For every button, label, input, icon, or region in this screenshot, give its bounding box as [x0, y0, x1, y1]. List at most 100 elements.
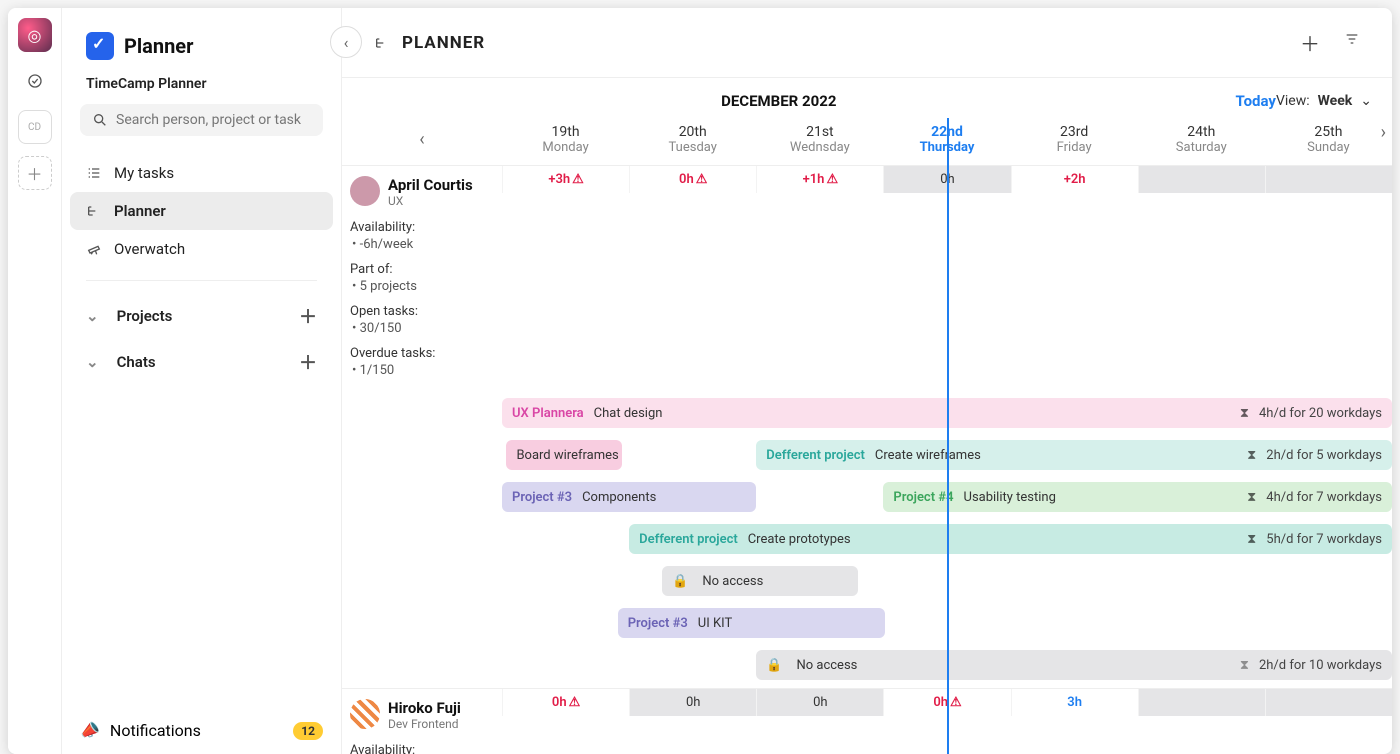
task-bar[interactable]: UX PlanneraChat design⧗4h/d for 20 workd… — [502, 398, 1392, 428]
prev-week-button[interactable]: ‹ — [342, 118, 502, 166]
nav-overwatch[interactable]: Overwatch — [70, 230, 333, 268]
person-row: Hiroko FujiDev Frontend Availability:3h/… — [342, 689, 1392, 754]
notifications-item[interactable]: 📣 Notifications 12 — [62, 707, 341, 754]
task-bar[interactable]: 🔒No access⧗2h/d for 10 workdays — [756, 650, 1392, 680]
nav-planner[interactable]: Planner — [70, 192, 333, 230]
nav-label: Planner — [114, 202, 166, 220]
brand: Planner — [62, 32, 341, 68]
hourglass-icon: ⧗ — [1247, 490, 1256, 505]
hours-cell: +2h — [1011, 166, 1138, 193]
task-project: UX Plannera — [512, 406, 584, 421]
task-bar[interactable]: Project #3 Components — [502, 482, 756, 512]
section-label: Chats — [117, 353, 156, 371]
task-bar-lane: Project #3 Components Project #4Usability … — [502, 478, 1392, 520]
today-button[interactable]: Today — [1236, 92, 1276, 110]
person-name: April Courtis — [388, 176, 473, 194]
task-bar[interactable]: Board wireframes — [506, 440, 622, 470]
search-icon — [92, 112, 108, 128]
task-bar[interactable]: Project #3UI KIT — [618, 608, 885, 638]
timecamp-icon[interactable] — [18, 64, 52, 98]
hours-cell — [1265, 689, 1392, 716]
hourglass-icon: ⧗ — [1247, 532, 1256, 547]
nav-projects-section[interactable]: ⌄ Projects ＋ — [70, 293, 333, 339]
lock-icon: 🔒 — [672, 574, 688, 589]
calendar-header: DECEMBER 2022 Today View: Week ⌄ — [342, 78, 1392, 118]
hours-cell: 0h — [629, 689, 756, 716]
day-header: 19thMonday — [502, 118, 629, 166]
brand-logo-icon — [86, 32, 114, 60]
task-schedule: 2h/d for 10 workdays — [1259, 658, 1382, 673]
task-project: Project #3 — [628, 616, 688, 631]
hourglass-icon: ⧗ — [1247, 448, 1256, 463]
hourglass-icon: ⧗ — [1240, 658, 1249, 673]
person-info: Hiroko FujiDev Frontend Availability:3h/… — [342, 689, 502, 754]
filter-button[interactable] — [1344, 28, 1360, 57]
task-bar[interactable]: Project #4Usability testing⧗4h/d for 7 w… — [883, 482, 1392, 512]
task-schedule: 4h/d for 20 workdays — [1259, 406, 1382, 421]
warning-icon: ⚠ — [569, 695, 581, 710]
task-project: Project #4 — [893, 490, 953, 505]
nav: My tasks Planner Overwatch ⌄ Projects ＋ — [62, 154, 341, 385]
collapse-sidebar-button[interactable]: ‹ — [330, 26, 362, 58]
search-input[interactable] — [80, 104, 323, 136]
task-project: Project #3 — [512, 490, 572, 505]
hours-cell — [1265, 166, 1392, 193]
task-name: Components — [582, 490, 656, 505]
chevron-down-icon: ⌄ — [1360, 93, 1372, 109]
avatar — [350, 176, 380, 206]
task-bar[interactable]: 🔒 No access — [662, 566, 858, 596]
person-role: UX — [388, 194, 473, 208]
warning-icon: ⚠ — [572, 172, 584, 187]
task-bar-lane: 🔒 No access — [502, 562, 1392, 604]
section-label: Projects — [117, 307, 173, 325]
add-chat-button[interactable]: ＋ — [299, 349, 317, 375]
app-switcher-icon[interactable]: ◎ — [18, 18, 52, 52]
workspace-badge[interactable]: CD — [18, 110, 52, 144]
notifications-label: Notifications — [110, 721, 201, 740]
view-selector[interactable]: View: Week ⌄ — [1276, 93, 1372, 109]
month-label: DECEMBER 2022 — [362, 92, 1196, 110]
nav-label: My tasks — [114, 164, 174, 182]
view-value: Week — [1318, 93, 1353, 109]
main: PLANNER ＋ DECEMBER 2022 Today View: Week… — [342, 8, 1392, 754]
hours-cell: 0h⚠ — [502, 689, 629, 716]
hours-cell — [1138, 689, 1265, 716]
add-project-button[interactable]: ＋ — [299, 303, 317, 329]
hours-cell: 0h⚠ — [629, 166, 756, 193]
search-field[interactable] — [116, 112, 311, 128]
next-week-button[interactable]: › — [1381, 122, 1386, 143]
add-workspace-button[interactable]: ＋ — [18, 156, 52, 190]
task-bar-lane: Board wireframes Defferent projectCreate … — [502, 436, 1392, 478]
chevron-down-icon: ⌄ — [86, 353, 99, 371]
task-project: Defferent project — [766, 448, 865, 463]
task-bar[interactable]: Defferent projectCreate prototypes⧗5h/d … — [629, 524, 1392, 554]
hours-cell: +3h⚠ — [502, 166, 629, 193]
hours-cell: +1h⚠ — [756, 166, 883, 193]
planner-grid: ‹19thMonday20thTuesday21stWednsday22ndTh… — [342, 118, 1392, 754]
warning-icon: ⚠ — [826, 172, 838, 187]
task-name: No access — [796, 658, 857, 673]
planner-icon — [374, 35, 390, 51]
task-name: Chat design — [594, 406, 663, 421]
hours-cell: 0h⚠ — [883, 689, 1010, 716]
task-project: Defferent project — [639, 532, 738, 547]
page-title: PLANNER — [374, 33, 485, 53]
app-rail: ◎ CD ＋ — [8, 8, 62, 754]
list-icon — [86, 165, 102, 181]
task-schedule: 2h/d for 5 workdays — [1266, 448, 1382, 463]
avatar — [350, 699, 380, 729]
day-header: 25thSunday — [1265, 118, 1392, 166]
warning-icon: ⚠ — [696, 172, 708, 187]
nav-label: Overwatch — [114, 240, 185, 258]
person-role: Dev Frontend — [388, 717, 461, 731]
nav-chats-section[interactable]: ⌄ Chats ＋ — [70, 339, 333, 385]
task-schedule: 5h/d for 7 workdays — [1266, 532, 1382, 547]
task-bar-lane: Project #3UI KIT — [502, 604, 1392, 646]
task-name: Board wireframes — [516, 448, 618, 463]
telescope-icon — [86, 241, 102, 257]
task-name: No access — [702, 574, 763, 589]
nav-my-tasks[interactable]: My tasks — [70, 154, 333, 192]
task-bar-lane: Defferent projectCreate prototypes⧗5h/d … — [502, 520, 1392, 562]
add-button[interactable]: ＋ — [1300, 28, 1320, 57]
task-bar[interactable]: Defferent projectCreate wireframes⧗2h/d … — [756, 440, 1392, 470]
